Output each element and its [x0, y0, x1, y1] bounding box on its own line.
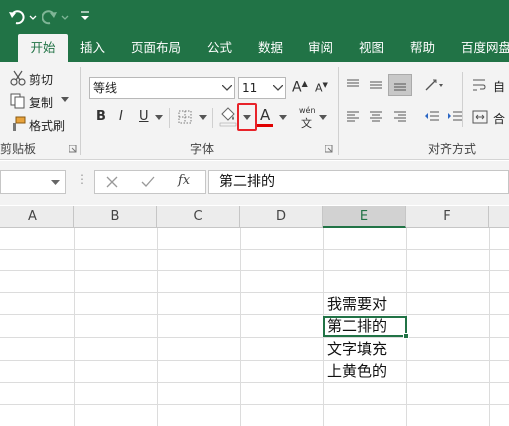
- grid-line: [240, 228, 241, 426]
- chevron-down-icon[interactable]: [273, 85, 283, 91]
- chevron-down-icon[interactable]: [51, 180, 60, 186]
- cell-e1[interactable]: 我需要对: [323, 294, 407, 315]
- undo-icon[interactable]: [8, 9, 38, 25]
- divider: [212, 108, 213, 128]
- merge-center-label[interactable]: 合: [493, 110, 505, 127]
- cut-button[interactable]: 剪切: [29, 71, 53, 88]
- phonetic-dropdown-icon[interactable]: [319, 115, 327, 121]
- tab-data[interactable]: 数据: [258, 34, 283, 62]
- bold-button[interactable]: B: [96, 109, 106, 124]
- align-middle-icon[interactable]: [369, 78, 383, 92]
- group-divider: [80, 67, 81, 155]
- tab-baidu-netdisk[interactable]: 百度网盘: [461, 34, 509, 62]
- grid-line: [0, 337, 509, 338]
- cell-e4[interactable]: 上黄色的: [323, 361, 407, 382]
- align-bottom-button[interactable]: [388, 74, 412, 96]
- cancel-icon[interactable]: [106, 176, 118, 188]
- align-bottom-icon: [394, 83, 406, 91]
- increase-indent-icon[interactable]: [447, 110, 463, 124]
- fill-color-icon[interactable]: [219, 105, 237, 127]
- grid-line: [157, 228, 158, 426]
- italic-button[interactable]: I: [119, 109, 123, 124]
- shrink-font-button[interactable]: A▼: [315, 81, 328, 95]
- tab-review[interactable]: 审阅: [308, 34, 333, 62]
- column-header-a[interactable]: A: [0, 206, 74, 228]
- font-size-value: 11: [242, 81, 258, 95]
- border-dropdown-icon[interactable]: [199, 115, 207, 121]
- tab-home[interactable]: 开始: [18, 34, 68, 62]
- font-name-select[interactable]: 等线: [89, 77, 235, 99]
- column-header-b[interactable]: B: [74, 206, 157, 228]
- enter-icon[interactable]: [141, 176, 155, 188]
- clipboard-group-label: 剪贴板: [0, 142, 37, 156]
- tab-formulas[interactable]: 公式: [207, 34, 232, 62]
- format-painter-button[interactable]: 格式刷: [29, 117, 65, 134]
- underline-dropdown-icon[interactable]: [155, 115, 163, 121]
- cell-e3[interactable]: 文字填充: [323, 339, 407, 360]
- copy-icon: [10, 93, 25, 109]
- border-icon[interactable]: [178, 110, 192, 124]
- scissors-icon: [10, 70, 26, 86]
- clipboard-launcher-icon[interactable]: [69, 145, 77, 153]
- alignment-group-label: 对齐方式: [428, 142, 477, 156]
- column-header-f[interactable]: F: [406, 206, 489, 228]
- redo-icon[interactable]: [42, 9, 72, 25]
- group-divider: [338, 67, 339, 155]
- customize-icon[interactable]: [79, 10, 91, 22]
- grid-line: [0, 382, 509, 383]
- grid-line: [0, 314, 509, 315]
- name-box[interactable]: [0, 170, 66, 194]
- shrink-font-glyph: A: [315, 81, 323, 95]
- font-color-button[interactable]: A: [260, 106, 270, 124]
- column-header-d[interactable]: D: [240, 206, 323, 228]
- format-painter-icon: [13, 116, 26, 131]
- align-right-icon[interactable]: [393, 110, 407, 124]
- font-color-dropdown-icon[interactable]: [279, 115, 287, 121]
- font-launcher-icon[interactable]: [325, 145, 333, 153]
- title-bar: [0, 0, 509, 34]
- fill-color-dropdown-icon[interactable]: [243, 115, 251, 121]
- font-group-label: 字体: [190, 142, 215, 156]
- fill-color-dropdown-highlight[interactable]: [237, 103, 257, 131]
- font-name-value: 等线: [93, 81, 118, 95]
- tab-help[interactable]: 帮助: [410, 34, 435, 62]
- chevron-down-icon[interactable]: [222, 85, 232, 91]
- wrap-text-label[interactable]: 自: [493, 78, 505, 95]
- align-center-icon[interactable]: [369, 110, 383, 124]
- grow-font-glyph: A: [292, 79, 302, 96]
- phonetic-guide-top: wén: [299, 106, 316, 115]
- grid-line: [0, 270, 509, 271]
- copy-button[interactable]: 复制: [29, 94, 53, 111]
- grow-font-button[interactable]: A▲: [292, 79, 308, 96]
- formula-bar-grip-icon: ⋮: [76, 172, 88, 186]
- grid-line: [0, 404, 509, 405]
- orientation-icon[interactable]: [424, 78, 446, 92]
- align-left-icon[interactable]: [346, 110, 360, 124]
- underline-button[interactable]: U: [139, 109, 149, 124]
- grid-line: [489, 228, 490, 426]
- copy-dropdown-icon[interactable]: [61, 97, 69, 103]
- cell-e2-selected[interactable]: 第二排的: [323, 316, 407, 337]
- grid-line: [0, 360, 509, 361]
- phonetic-guide-button[interactable]: 文: [301, 115, 312, 131]
- ribbon-tabs: 开始 插入 页面布局 公式 数据 审阅 视图 帮助 百度网盘: [0, 34, 509, 62]
- formula-input[interactable]: 第二排的: [208, 170, 509, 194]
- grid-line: [74, 228, 75, 426]
- column-header-c[interactable]: C: [157, 206, 240, 228]
- divider: [169, 108, 170, 128]
- insert-function-button[interactable]: fx: [178, 173, 190, 188]
- decrease-indent-icon[interactable]: [424, 110, 440, 124]
- wrap-text-icon[interactable]: [472, 78, 486, 92]
- tab-page-layout[interactable]: 页面布局: [131, 34, 181, 62]
- column-header-row: A B C D E F: [0, 206, 509, 228]
- grid-line: [0, 249, 509, 250]
- grid-line: [0, 292, 509, 293]
- font-color-glyph: A: [260, 106, 271, 124]
- column-header-e[interactable]: E: [323, 206, 406, 228]
- font-color-bar: [257, 124, 273, 127]
- align-top-icon[interactable]: [346, 78, 360, 92]
- merge-center-icon[interactable]: [472, 110, 488, 124]
- tab-view[interactable]: 视图: [359, 34, 384, 62]
- tab-insert[interactable]: 插入: [80, 34, 105, 62]
